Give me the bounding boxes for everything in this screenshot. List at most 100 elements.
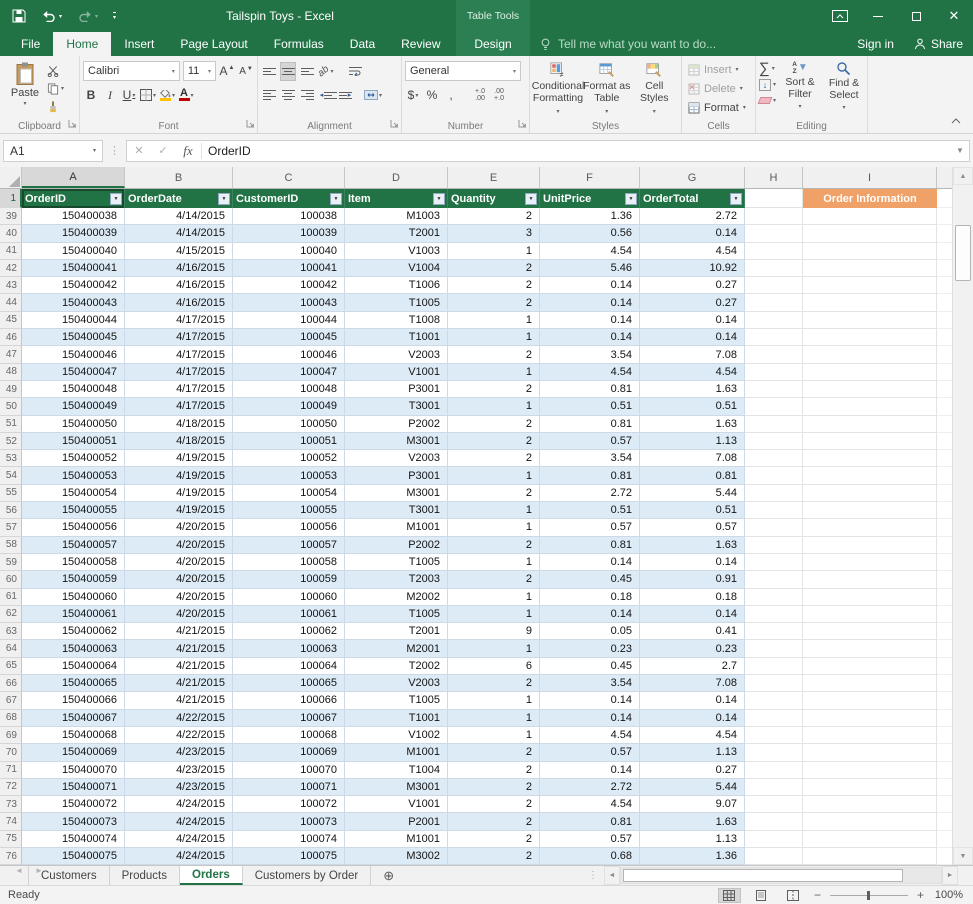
cell[interactable]: 0.57 bbox=[540, 519, 640, 536]
cell[interactable]: 100042 bbox=[233, 277, 345, 294]
order-information-header[interactable]: Order Information bbox=[803, 189, 937, 208]
cell[interactable] bbox=[803, 312, 937, 329]
cell[interactable] bbox=[803, 208, 937, 225]
customize-qat-icon[interactable]: ▾ bbox=[113, 12, 116, 21]
font-size-combo[interactable]: 11▾ bbox=[183, 61, 216, 81]
cell[interactable]: 0.81 bbox=[540, 813, 640, 830]
cell[interactable]: 4/19/2015 bbox=[125, 485, 233, 502]
cell[interactable] bbox=[745, 208, 803, 225]
cell[interactable]: 1 bbox=[448, 554, 540, 571]
align-right-button[interactable] bbox=[299, 86, 315, 105]
align-center-button[interactable] bbox=[280, 86, 296, 105]
row-number[interactable]: 60 bbox=[0, 571, 22, 588]
cell[interactable]: M3001 bbox=[345, 433, 448, 450]
cell[interactable]: 4/20/2015 bbox=[125, 554, 233, 571]
formula-bar[interactable]: ✕ ✓ fx OrderID ▼ bbox=[126, 140, 970, 162]
cell[interactable]: 0.14 bbox=[540, 710, 640, 727]
italic-button[interactable]: I bbox=[102, 86, 118, 105]
column-header-a[interactable]: A bbox=[22, 167, 125, 188]
increase-indent-button[interactable]: ▸ bbox=[337, 86, 353, 105]
cell[interactable] bbox=[803, 848, 937, 865]
cell[interactable]: 100072 bbox=[233, 796, 345, 813]
cell[interactable]: 1.13 bbox=[640, 433, 745, 450]
scroll-left-icon[interactable]: ◄ bbox=[604, 866, 620, 885]
cell[interactable]: 2 bbox=[448, 744, 540, 761]
cell[interactable]: M1001 bbox=[345, 831, 448, 848]
filter-dropdown-icon[interactable]: ▼ bbox=[525, 193, 537, 205]
copy-button[interactable]: ▾ bbox=[47, 81, 64, 96]
cell[interactable] bbox=[803, 779, 937, 796]
middle-align-button[interactable] bbox=[280, 62, 296, 81]
cell[interactable] bbox=[803, 416, 937, 433]
sheet-nav-left-icon[interactable]: ◄ bbox=[10, 866, 28, 875]
row-number[interactable]: 51 bbox=[0, 416, 22, 433]
cell[interactable]: 4/24/2015 bbox=[125, 796, 233, 813]
cell[interactable]: 4/24/2015 bbox=[125, 813, 233, 830]
column-header-h[interactable]: H bbox=[745, 167, 803, 188]
cell[interactable]: V1001 bbox=[345, 796, 448, 813]
cell[interactable]: 150400046 bbox=[22, 346, 125, 363]
cell[interactable]: T1001 bbox=[345, 710, 448, 727]
cell[interactable] bbox=[803, 762, 937, 779]
cut-button[interactable] bbox=[47, 63, 64, 78]
cell[interactable]: 0.14 bbox=[540, 554, 640, 571]
row-number[interactable]: 46 bbox=[0, 329, 22, 346]
cell[interactable]: 7.08 bbox=[640, 675, 745, 692]
row-number[interactable]: 72 bbox=[0, 779, 22, 796]
autosum-button[interactable]: ∑▾ bbox=[759, 61, 776, 76]
cell[interactable]: 100048 bbox=[233, 381, 345, 398]
cell[interactable]: 3 bbox=[448, 225, 540, 242]
cell[interactable] bbox=[745, 796, 803, 813]
delete-cells-button[interactable]: Delete▾ bbox=[685, 80, 752, 97]
cell[interactable] bbox=[745, 416, 803, 433]
new-sheet-button[interactable]: ⊕ bbox=[383, 866, 394, 885]
cell[interactable]: V1001 bbox=[345, 364, 448, 381]
cell[interactable] bbox=[745, 312, 803, 329]
cell[interactable] bbox=[745, 813, 803, 830]
cell[interactable] bbox=[803, 692, 937, 709]
cell[interactable] bbox=[745, 329, 803, 346]
cell[interactable]: 1 bbox=[448, 727, 540, 744]
cell[interactable]: 150400075 bbox=[22, 848, 125, 865]
cell[interactable] bbox=[745, 623, 803, 640]
cell[interactable]: 2 bbox=[448, 779, 540, 796]
cell[interactable]: 5.44 bbox=[640, 779, 745, 796]
cell[interactable]: 4/19/2015 bbox=[125, 502, 233, 519]
cell[interactable]: 4/22/2015 bbox=[125, 710, 233, 727]
table-header-orderdate[interactable]: OrderDate▼ bbox=[125, 189, 233, 208]
cell[interactable]: V1002 bbox=[345, 727, 448, 744]
cell[interactable]: 2 bbox=[448, 796, 540, 813]
cell[interactable]: 150400057 bbox=[22, 537, 125, 554]
cell[interactable]: 0.14 bbox=[540, 312, 640, 329]
cell[interactable]: 2.72 bbox=[640, 208, 745, 225]
cell[interactable]: M3001 bbox=[345, 485, 448, 502]
row-number[interactable]: 1 bbox=[0, 189, 22, 208]
bold-button[interactable]: B bbox=[83, 86, 99, 105]
cell[interactable] bbox=[803, 346, 937, 363]
row-number[interactable]: 70 bbox=[0, 744, 22, 761]
table-header-quantity[interactable]: Quantity▼ bbox=[448, 189, 540, 208]
table-header-ordertotal[interactable]: OrderTotal▼ bbox=[640, 189, 745, 208]
row-number[interactable]: 73 bbox=[0, 796, 22, 813]
tab-review[interactable]: Review bbox=[388, 32, 453, 56]
column-header-d[interactable]: D bbox=[345, 167, 448, 188]
cell[interactable]: 150400040 bbox=[22, 243, 125, 260]
cell[interactable]: 150400070 bbox=[22, 762, 125, 779]
table-header-customerid[interactable]: CustomerID▼ bbox=[233, 189, 345, 208]
cell[interactable]: 5.44 bbox=[640, 485, 745, 502]
cell[interactable]: 100046 bbox=[233, 346, 345, 363]
cell[interactable]: 0.14 bbox=[640, 329, 745, 346]
cell[interactable]: 150400038 bbox=[22, 208, 125, 225]
cell[interactable]: 100061 bbox=[233, 606, 345, 623]
cell[interactable]: 4/24/2015 bbox=[125, 831, 233, 848]
row-number[interactable]: 76 bbox=[0, 848, 22, 865]
select-all-corner[interactable] bbox=[0, 167, 22, 188]
cell[interactable]: M3002 bbox=[345, 848, 448, 865]
cell[interactable]: 150400053 bbox=[22, 467, 125, 484]
underline-button[interactable]: U▾ bbox=[121, 86, 137, 105]
number-format-combo[interactable]: General▾ bbox=[405, 61, 521, 81]
cell[interactable]: 4.54 bbox=[640, 727, 745, 744]
clear-button[interactable]: ▾ bbox=[759, 93, 776, 108]
cell[interactable] bbox=[745, 727, 803, 744]
tab-data[interactable]: Data bbox=[337, 32, 388, 56]
